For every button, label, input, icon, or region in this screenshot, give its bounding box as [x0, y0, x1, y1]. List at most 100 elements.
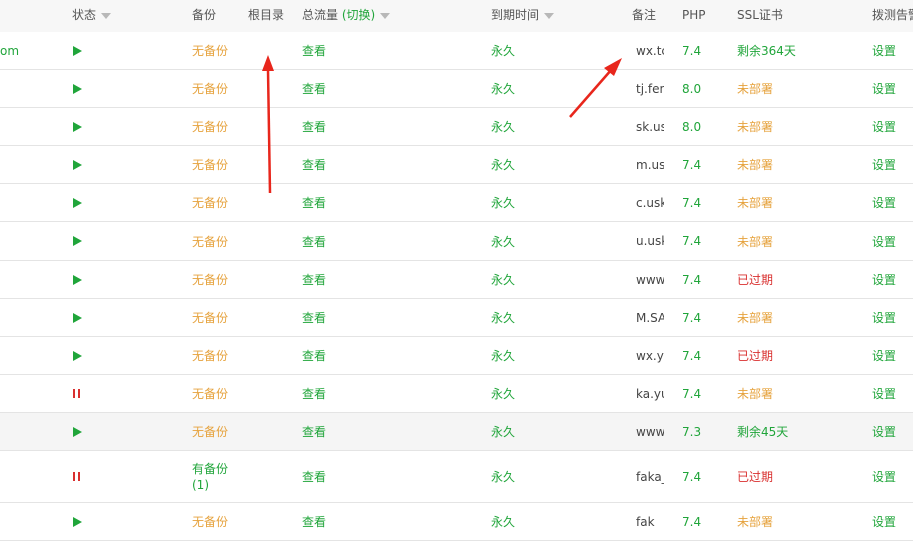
play-icon[interactable]: [73, 274, 82, 285]
expire-date[interactable]: 永久: [491, 413, 531, 450]
table-row[interactable]: 无备份 查看 永久 www 7.4 已过期 设置: [0, 261, 913, 299]
site-name[interactable]: [0, 70, 40, 107]
settings-link[interactable]: 设置: [872, 108, 912, 145]
ssl-status[interactable]: 已过期: [737, 451, 817, 502]
traffic-toggle-link[interactable]: (切换): [342, 8, 375, 22]
ssl-status[interactable]: 已过期: [737, 261, 817, 298]
expire-date[interactable]: 永久: [491, 503, 531, 540]
traffic-view-link[interactable]: 查看: [302, 451, 342, 502]
status-toggle[interactable]: [73, 503, 93, 540]
expire-date[interactable]: 永久: [491, 184, 531, 221]
table-row[interactable]: 无备份 查看 永久 M.SA 7.4 未部署 设置: [0, 299, 913, 337]
site-name[interactable]: [0, 261, 40, 298]
settings-link[interactable]: 设置: [872, 299, 912, 336]
expire-date[interactable]: 永久: [491, 375, 531, 412]
ssl-status[interactable]: 未部署: [737, 184, 817, 221]
php-version[interactable]: 7.4: [682, 299, 716, 336]
pause-icon[interactable]: [73, 472, 80, 481]
ssl-status[interactable]: 未部署: [737, 108, 817, 145]
traffic-view-link[interactable]: 查看: [302, 261, 342, 298]
settings-link[interactable]: 设置: [872, 222, 912, 260]
traffic-view-link[interactable]: 查看: [302, 146, 342, 183]
status-toggle[interactable]: [73, 375, 93, 412]
remark-text[interactable]: wx.tc: [636, 32, 664, 69]
backup-link[interactable]: 无备份: [192, 261, 242, 298]
status-toggle[interactable]: [73, 337, 93, 374]
backup-link[interactable]: 无备份: [192, 146, 242, 183]
expire-column-header[interactable]: 到期时间: [491, 0, 555, 32]
ssl-status[interactable]: 未部署: [737, 375, 817, 412]
ssl-status[interactable]: 未部署: [737, 146, 817, 183]
status-toggle[interactable]: [73, 222, 93, 260]
play-icon[interactable]: [73, 45, 82, 56]
backup-link[interactable]: 无备份: [192, 32, 242, 69]
sort-caret-icon[interactable]: [380, 12, 391, 19]
play-icon[interactable]: [73, 426, 82, 437]
backup-link[interactable]: 无备份: [192, 70, 242, 107]
remark-text[interactable]: ka.yu: [636, 375, 664, 412]
table-row[interactable]: 无备份 查看 永久 u.usk 7.4 未部署 设置: [0, 222, 913, 261]
status-toggle[interactable]: [73, 184, 93, 221]
site-name[interactable]: [0, 222, 40, 260]
traffic-view-link[interactable]: 查看: [302, 70, 342, 107]
traffic-view-link[interactable]: 查看: [302, 337, 342, 374]
play-icon[interactable]: [73, 350, 82, 361]
play-icon[interactable]: [73, 83, 82, 94]
expire-date[interactable]: 永久: [491, 261, 531, 298]
expire-date[interactable]: 永久: [491, 108, 531, 145]
remark-text[interactable]: faka_: [636, 451, 664, 502]
traffic-column-header[interactable]: 总流量 (切换): [302, 0, 391, 32]
ssl-status[interactable]: 剩余364天: [737, 32, 817, 69]
php-version[interactable]: 7.3: [682, 413, 716, 450]
settings-link[interactable]: 设置: [872, 70, 912, 107]
site-name[interactable]: [0, 299, 40, 336]
remark-text[interactable]: wx.yu: [636, 337, 664, 374]
status-toggle[interactable]: [73, 108, 93, 145]
sort-caret-icon[interactable]: [101, 12, 112, 19]
backup-link[interactable]: 无备份: [192, 222, 242, 260]
remark-text[interactable]: m.us: [636, 146, 664, 183]
remark-text[interactable]: tj.fen: [636, 70, 664, 107]
backup-link[interactable]: 无备份: [192, 413, 242, 450]
status-toggle[interactable]: [73, 413, 93, 450]
remark-text[interactable]: u.usk: [636, 222, 664, 260]
table-row[interactable]: om 无备份 查看 永久 wx.tc 7.4 剩余364天 设置: [0, 32, 913, 70]
remark-text[interactable]: fak: [636, 503, 664, 540]
status-toggle[interactable]: [73, 299, 93, 336]
expire-date[interactable]: 永久: [491, 299, 531, 336]
expire-date[interactable]: 永久: [491, 146, 531, 183]
table-row[interactable]: 无备份 查看 永久 wx.yu 7.4 已过期 设置: [0, 337, 913, 375]
site-name[interactable]: [0, 184, 40, 221]
play-icon[interactable]: [73, 236, 82, 246]
settings-link[interactable]: 设置: [872, 261, 912, 298]
traffic-view-link[interactable]: 查看: [302, 299, 342, 336]
sort-caret-icon[interactable]: [544, 12, 555, 19]
settings-link[interactable]: 设置: [872, 413, 912, 450]
remark-text[interactable]: M.SA: [636, 299, 664, 336]
site-name[interactable]: [0, 503, 40, 540]
table-row[interactable]: 无备份 查看 永久 ka.yu 7.4 未部署 设置: [0, 375, 913, 413]
remark-text[interactable]: sk.us: [636, 108, 664, 145]
settings-link[interactable]: 设置: [872, 146, 912, 183]
backup-link[interactable]: 无备份: [192, 503, 242, 540]
pause-icon[interactable]: [73, 389, 80, 398]
ssl-status[interactable]: 已过期: [737, 337, 817, 374]
status-toggle[interactable]: [73, 70, 93, 107]
backup-link[interactable]: 无备份: [192, 108, 242, 145]
table-row[interactable]: 无备份 查看 永久 www 7.3 剩余45天 设置: [0, 413, 913, 451]
table-row[interactable]: 无备份 查看 永久 fak 7.4 未部署 设置: [0, 503, 913, 541]
site-name[interactable]: [0, 337, 40, 374]
php-version[interactable]: 7.4: [682, 184, 716, 221]
site-name[interactable]: [0, 146, 40, 183]
php-version[interactable]: 7.4: [682, 32, 716, 69]
backup-link[interactable]: 无备份: [192, 375, 242, 412]
site-name[interactable]: [0, 375, 40, 412]
ssl-status[interactable]: 未部署: [737, 70, 817, 107]
settings-link[interactable]: 设置: [872, 337, 912, 374]
traffic-view-link[interactable]: 查看: [302, 108, 342, 145]
expire-date[interactable]: 永久: [491, 337, 531, 374]
table-row[interactable]: 有备份(1) 查看 永久 faka_ 7.4 已过期 设置: [0, 451, 913, 503]
ssl-status[interactable]: 未部署: [737, 222, 817, 260]
traffic-view-link[interactable]: 查看: [302, 375, 342, 412]
expire-date[interactable]: 永久: [491, 70, 531, 107]
